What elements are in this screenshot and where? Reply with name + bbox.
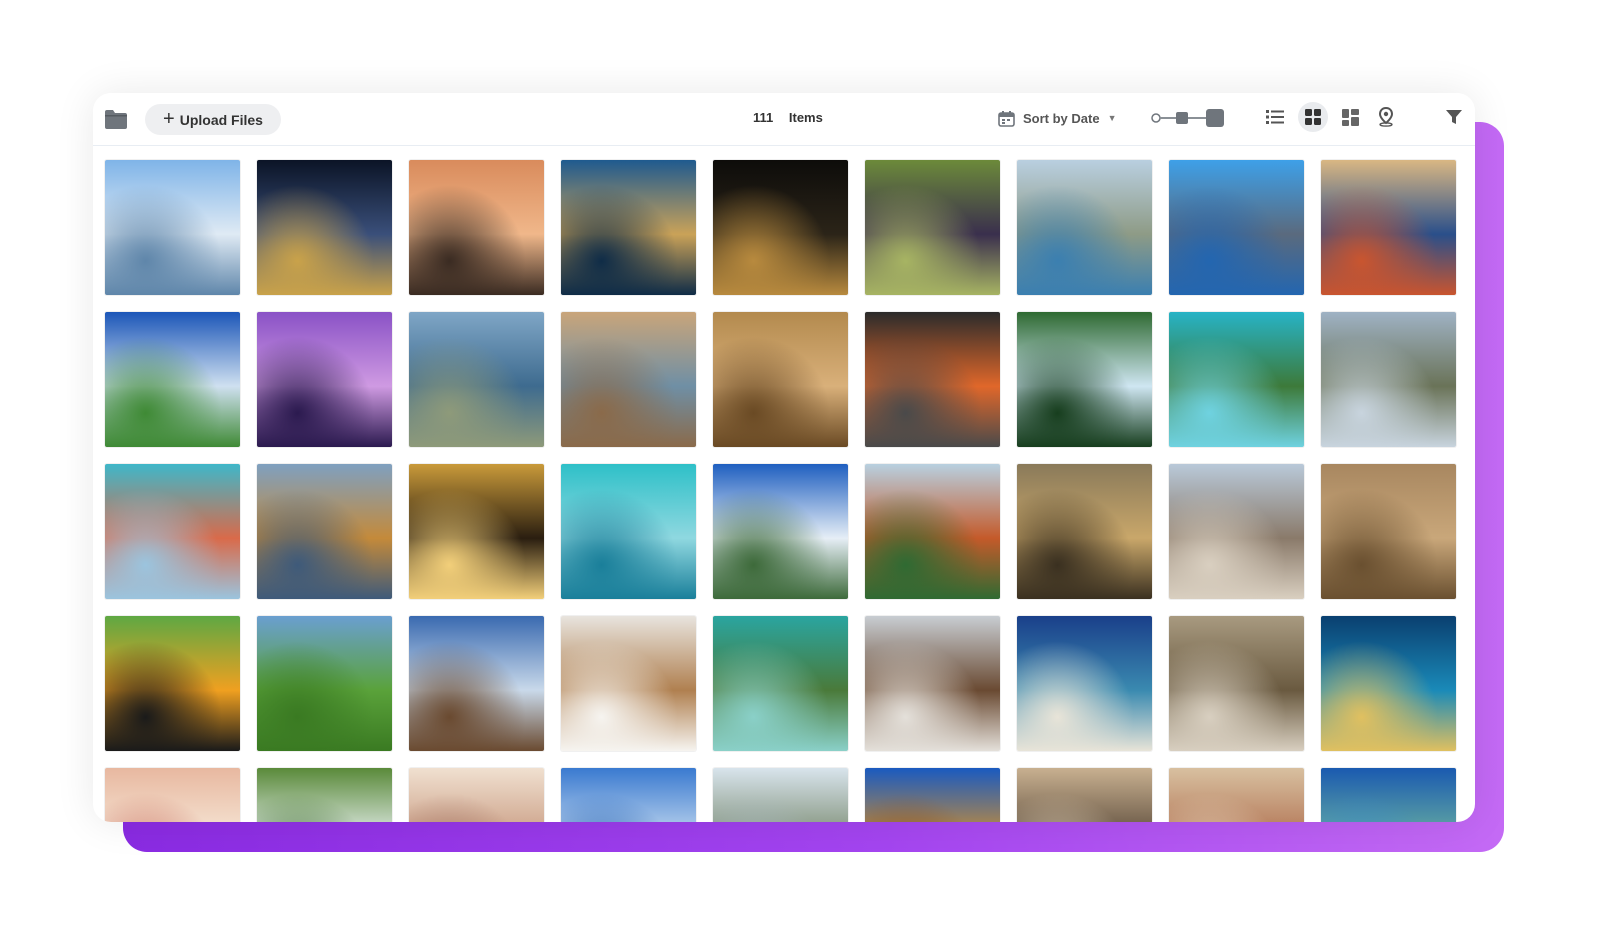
media-grid [93, 146, 1475, 822]
mosaic-view-button[interactable] [1335, 102, 1365, 132]
media-thumbnail-colorful-harbor[interactable] [105, 464, 240, 599]
media-thumbnail-forest-boardwalk[interactable] [1169, 616, 1304, 751]
media-thumbnail-table-mountain-beach[interactable] [1017, 616, 1152, 751]
list-view-button[interactable] [1260, 102, 1290, 132]
media-thumbnail-lava-flow[interactable] [865, 312, 1000, 447]
media-thumbnail-snorkeler[interactable] [561, 464, 696, 599]
upload-files-button[interactable]: + Upload Files [145, 104, 281, 135]
media-thumbnail-city-night-reflection[interactable] [1321, 616, 1456, 751]
media-library-window: + Upload Files 111 Items Sort by Date ▼ [93, 93, 1475, 822]
media-thumbnail-pagoda-purple-sky[interactable] [257, 312, 392, 447]
media-thumbnail-terracotta-warriors[interactable] [1321, 464, 1456, 599]
filter-icon[interactable] [1446, 110, 1462, 125]
toolbar: + Upload Files 111 Items Sort by Date ▼ [93, 93, 1475, 146]
media-thumbnail-great-wall[interactable] [1321, 312, 1456, 447]
media-thumbnail-golden-dome[interactable] [865, 768, 1000, 822]
sort-label: Sort by Date [1023, 110, 1100, 126]
media-thumbnail-turquoise-bay[interactable] [1169, 312, 1304, 447]
media-thumbnail-cliff-lake[interactable] [257, 464, 392, 599]
media-thumbnail-green-field[interactable] [257, 616, 392, 751]
media-thumbnail-baobab-tree[interactable] [409, 616, 544, 751]
item-count-value: 111 [753, 110, 774, 125]
item-count-label: Items [788, 110, 823, 125]
media-thumbnail-city-lights-night[interactable] [257, 160, 392, 295]
media-thumbnail-turkish-delight[interactable] [105, 768, 240, 822]
media-thumbnail-statue-of-liberty[interactable] [1321, 768, 1456, 822]
media-thumbnail-toucan[interactable] [105, 616, 240, 751]
media-thumbnail-glacier[interactable] [105, 160, 240, 295]
media-thumbnail-misty-mountains[interactable] [713, 768, 848, 822]
media-thumbnail-lion[interactable] [713, 312, 848, 447]
mosaic-view-icon [1341, 108, 1359, 126]
media-thumbnail-green-waterfall[interactable] [257, 768, 392, 822]
folder-icon[interactable] [104, 108, 128, 130]
upload-files-label: Upload Files [179, 111, 263, 128]
media-thumbnail-skyline-night[interactable] [713, 160, 848, 295]
media-thumbnail-rice-dish[interactable] [1321, 160, 1456, 295]
media-thumbnail-cafe-chairs[interactable] [561, 616, 696, 751]
media-thumbnail-yacht-bay[interactable] [713, 616, 848, 751]
media-thumbnail-half-timbered-houses[interactable] [865, 616, 1000, 751]
media-thumbnail-iguazu-falls[interactable] [713, 464, 848, 599]
chevron-down-icon: ▼ [1107, 113, 1117, 123]
media-thumbnail-arched-courtyard[interactable] [1017, 768, 1152, 822]
media-thumbnail-waterfall[interactable] [1017, 312, 1152, 447]
sort-dropdown[interactable]: Sort by Date ▼ [998, 107, 1117, 129]
map-view-icon [1378, 107, 1394, 127]
media-thumbnail-jaguars[interactable] [1017, 464, 1152, 599]
grid-view-icon [1305, 109, 1321, 125]
item-count: 111 Items [753, 110, 823, 125]
map-view-button[interactable] [1371, 102, 1401, 132]
media-thumbnail-rock-arch-coast[interactable] [561, 312, 696, 447]
media-thumbnail-temple-reflection[interactable] [561, 160, 696, 295]
media-thumbnail-brick-building[interactable] [1169, 768, 1304, 822]
media-thumbnail-blue-cathedral[interactable] [105, 312, 240, 447]
list-view-icon [1266, 110, 1284, 124]
media-thumbnail-coastal-city[interactable] [1017, 160, 1152, 295]
plus-icon: + [163, 107, 175, 130]
media-thumbnail-paris-rooftops[interactable] [1169, 464, 1304, 599]
media-thumbnail-pavilion-garden[interactable] [865, 464, 1000, 599]
grid-view-button[interactable] [1298, 102, 1328, 132]
calendar-icon [998, 110, 1015, 127]
media-thumbnail-mosque-dome[interactable] [409, 768, 544, 822]
media-thumbnail-surfer-sunset[interactable] [409, 464, 544, 599]
thumbnail-size-slider[interactable] [1150, 107, 1226, 129]
media-thumbnail-vineyard-grapes[interactable] [865, 160, 1000, 295]
media-thumbnail-elephant-sunset[interactable] [409, 160, 544, 295]
media-thumbnail-mountain-lake[interactable] [409, 312, 544, 447]
media-thumbnail-river-bridge[interactable] [1169, 160, 1304, 295]
media-thumbnail-blue-sea-horizon[interactable] [561, 768, 696, 822]
